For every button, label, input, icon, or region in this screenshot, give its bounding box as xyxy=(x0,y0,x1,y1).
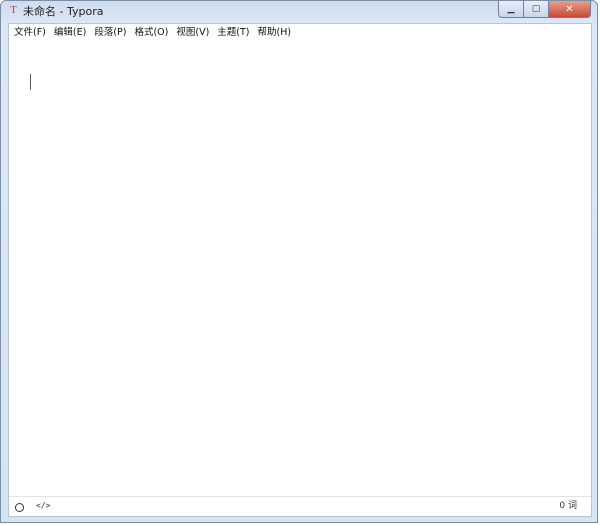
typora-window: T 未命名 - Typora ▁ ▢ ✕ 文件(F) 编辑(E) 段落(P) 格… xyxy=(0,0,598,523)
window-title: 未命名 - Typora xyxy=(23,5,104,18)
minimize-button[interactable]: ▁ xyxy=(498,1,523,18)
menu-view[interactable]: 视图(V) xyxy=(172,24,213,42)
sidebar-toggle-icon[interactable] xyxy=(15,503,24,512)
caption-buttons: ▁ ▢ ✕ xyxy=(498,1,591,19)
close-button[interactable]: ✕ xyxy=(548,1,591,18)
menu-paragraph[interactable]: 段落(P) xyxy=(90,24,130,42)
menu-theme[interactable]: 主题(T) xyxy=(213,24,253,42)
menu-file[interactable]: 文件(F) xyxy=(10,24,50,42)
menu-format[interactable]: 格式(O) xyxy=(130,24,172,42)
text-caret xyxy=(30,74,31,90)
close-icon: ✕ xyxy=(565,3,574,15)
client-area: 文件(F) 编辑(E) 段落(P) 格式(O) 视图(V) 主题(T) 帮助(H… xyxy=(8,23,592,517)
editor-area[interactable] xyxy=(9,42,591,498)
menu-edit[interactable]: 编辑(E) xyxy=(50,24,90,42)
menu-bar: 文件(F) 编辑(E) 段落(P) 格式(O) 视图(V) 主题(T) 帮助(H… xyxy=(9,24,591,42)
minimize-icon: ▁ xyxy=(507,4,515,14)
typora-app-icon[interactable]: T xyxy=(8,6,19,17)
status-bar: </> 0 词 xyxy=(9,496,591,516)
maximize-icon: ▢ xyxy=(531,4,541,14)
maximize-button[interactable]: ▢ xyxy=(523,1,548,18)
title-bar[interactable]: T 未命名 - Typora ▁ ▢ ✕ xyxy=(1,1,597,23)
word-count[interactable]: 0 词 xyxy=(559,499,577,513)
source-code-mode-icon[interactable]: </> xyxy=(36,499,50,513)
menu-help[interactable]: 帮助(H) xyxy=(254,24,296,42)
